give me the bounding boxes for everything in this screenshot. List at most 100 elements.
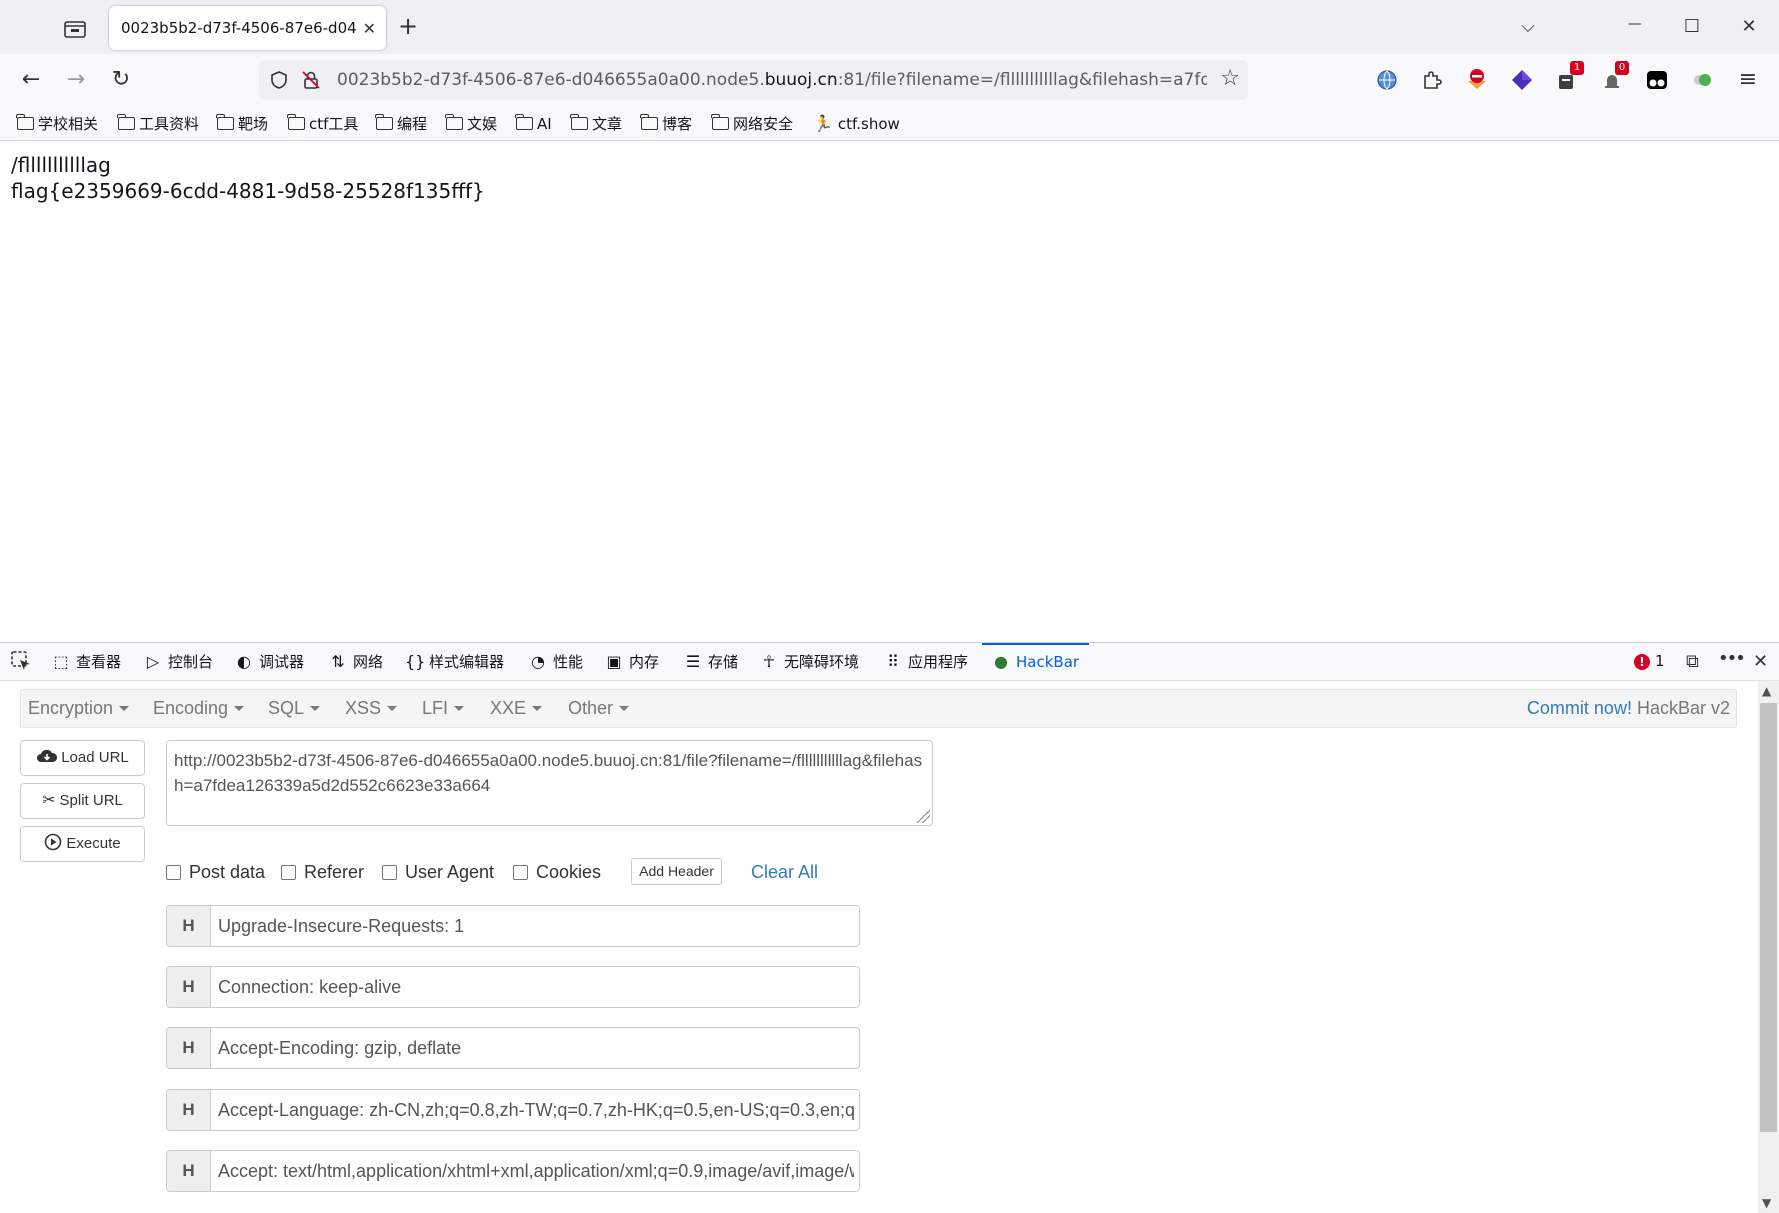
tab-hackbar[interactable]: ● HackBar (982, 643, 1089, 681)
menu-xss[interactable]: XSS (345, 698, 398, 719)
url-text[interactable]: 0023b5b2-d73f-4506-87e6-d046655a0a00.nod… (337, 70, 1207, 90)
bookmark-folder[interactable]: 工具资料 (117, 112, 199, 136)
menu-label: Encoding (153, 698, 229, 718)
tab-label: 存储 (708, 653, 739, 671)
header-input[interactable]: Accept: text/html,application/xhtml+xml,… (218, 1151, 854, 1191)
bell-extension-icon[interactable]: 0 (1599, 61, 1629, 93)
active-tab[interactable]: 0023b5b2-d73f-4506-87e6-d046655a0a00.nod… (109, 6, 386, 50)
element-picker-icon[interactable] (10, 643, 32, 681)
caret-down-icon (532, 706, 543, 711)
header-input[interactable]: Connection: keep-alive (218, 967, 854, 1007)
hackbar-url-textarea[interactable]: http://0023b5b2-d73f-4506-87e6-d046655a0… (166, 740, 933, 826)
purple-cube-extension-icon[interactable] (1509, 67, 1535, 93)
add-header-button[interactable]: Add Header (631, 858, 722, 885)
referer-checkbox[interactable]: Referer (281, 862, 364, 883)
header-input[interactable]: Accept-Language: zh-CN,zh;q=0.8,zh-TW;q=… (218, 1090, 854, 1130)
debugger-icon: ◐ (237, 652, 251, 671)
bookmark-folder[interactable]: 文章 (570, 112, 622, 136)
load-url-button[interactable]: Load URL (20, 740, 145, 776)
execute-button[interactable]: Execute (20, 826, 145, 862)
tab-style-editor[interactable]: {} 样式编辑器 (405, 643, 504, 681)
tab-application[interactable]: ⠿ 应用程序 (884, 643, 968, 681)
bookmark-folder[interactable]: ctf工具 (287, 112, 358, 136)
header-row: H Accept-Encoding: gzip, deflate (166, 1027, 860, 1069)
bookmark-folder[interactable]: 博客 (640, 112, 692, 136)
url-bar[interactable]: 0023b5b2-d73f-4506-87e6-d046655a0a00.nod… (259, 60, 1248, 100)
tab-close-icon[interactable]: ✕ (363, 19, 376, 38)
scroll-up-icon[interactable]: ▲ (1762, 684, 1771, 698)
bookmark-folder[interactable]: 网络安全 (711, 112, 793, 136)
menu-sql[interactable]: SQL (268, 698, 321, 719)
menu-xxe[interactable]: XXE (490, 698, 543, 719)
tab-inspector[interactable]: ⬚ 查看器 (52, 643, 121, 681)
maximize-icon[interactable]: ☐ (1680, 16, 1704, 40)
tampermonkey-icon[interactable] (1644, 67, 1670, 93)
bookmark-folder[interactable]: 编程 (375, 112, 427, 136)
menu-label: XXE (490, 698, 527, 718)
bookmark-folder[interactable]: AI (515, 112, 552, 136)
folder-icon (16, 114, 34, 130)
bookmark-folder[interactable]: 靶场 (216, 112, 268, 136)
minimize-icon[interactable]: — (1623, 16, 1647, 40)
tab-label: 调试器 (259, 653, 305, 671)
resize-handle-icon[interactable] (916, 809, 930, 823)
reload-button[interactable]: ↻ (108, 67, 134, 93)
more-options-icon[interactable]: ••• (1718, 648, 1746, 669)
menu-encryption[interactable]: Encryption (28, 698, 130, 719)
window-close-icon[interactable]: ✕ (1737, 16, 1761, 40)
commit-now-link[interactable]: Commit now! (1527, 698, 1632, 718)
checkbox-icon[interactable] (166, 865, 181, 880)
user-agent-checkbox[interactable]: User Agent (382, 862, 494, 883)
split-url-button[interactable]: ✂ Split URL (20, 783, 145, 819)
header-input[interactable]: Upgrade-Insecure-Requests: 1 (218, 906, 854, 946)
insecure-lock-icon[interactable] (301, 70, 321, 90)
tab-console[interactable]: ▷ 控制台 (144, 643, 213, 681)
tab-label: 性能 (553, 653, 584, 671)
header-input[interactable]: Accept-Encoding: gzip, deflate (218, 1028, 854, 1068)
checkbox-icon[interactable] (513, 865, 528, 880)
checkbox-icon[interactable] (382, 865, 397, 880)
tab-debugger[interactable]: ◐ 调试器 (235, 643, 304, 681)
bookmark-folder[interactable]: 文娱 (445, 112, 497, 136)
header-row: H Connection: keep-alive (166, 966, 860, 1008)
app-menu-icon[interactable]: ≡ (1735, 67, 1761, 93)
menu-encoding[interactable]: Encoding (153, 698, 245, 719)
tab-title: 0023b5b2-d73f-4506-87e6-d046655a0a00.nod… (121, 19, 357, 37)
devtools-close-icon[interactable]: ✕ (1753, 651, 1768, 672)
scrollbar-thumb[interactable] (1760, 703, 1777, 1132)
green-extension-icon[interactable] (1689, 67, 1715, 93)
post-data-checkbox[interactable]: Post data (166, 862, 265, 883)
clear-all-link[interactable]: Clear All (751, 862, 818, 883)
new-tab-button[interactable]: + (398, 13, 418, 39)
tab-memory[interactable]: ▣ 内存 (605, 643, 659, 681)
tab-label: 控制台 (168, 653, 214, 671)
menu-other[interactable]: Other (568, 698, 630, 719)
url-host: buuoj.cn (764, 70, 838, 90)
tab-network[interactable]: ⇅ 网络 (329, 643, 383, 681)
scroll-down-icon[interactable]: ▼ (1762, 1196, 1771, 1210)
menu-label: Encryption (28, 698, 114, 718)
checkbox-icon[interactable] (281, 865, 296, 880)
header-mark: H (167, 906, 211, 946)
firefox-view-button[interactable] (62, 17, 88, 41)
back-button[interactable]: ← (18, 67, 44, 93)
bookmark-star-icon[interactable]: ☆ (1220, 66, 1240, 91)
tracking-protection-shield-icon[interactable] (269, 70, 289, 90)
puzzle-extensions-icon[interactable] (1419, 67, 1445, 93)
adblock-extension-icon[interactable] (1464, 67, 1490, 93)
error-count-badge[interactable]: ! 1 (1634, 652, 1665, 670)
tab-performance[interactable]: ◔ 性能 (529, 643, 583, 681)
forward-button[interactable]: → (63, 67, 89, 93)
bookmark-ctfshow[interactable]: 🏃 ctf.show (813, 112, 900, 136)
dock-options-icon[interactable]: ⧉ (1686, 651, 1699, 672)
red-extension-icon[interactable]: 1 (1554, 61, 1584, 93)
tab-accessibility[interactable]: ☥ 无障碍环境 (760, 643, 859, 681)
list-all-tabs-icon[interactable]: ⌵ (1516, 16, 1540, 40)
devtools-scrollbar[interactable]: ▲ ▼ (1758, 681, 1779, 1213)
checkbox-label: User Agent (405, 862, 495, 882)
tab-storage[interactable]: ☰ 存储 (684, 643, 738, 681)
bookmark-folder[interactable]: 学校相关 (16, 112, 98, 136)
globe-extension-icon[interactable] (1374, 67, 1400, 93)
menu-lfi[interactable]: LFI (422, 698, 465, 719)
cookies-checkbox[interactable]: Cookies (513, 862, 601, 883)
